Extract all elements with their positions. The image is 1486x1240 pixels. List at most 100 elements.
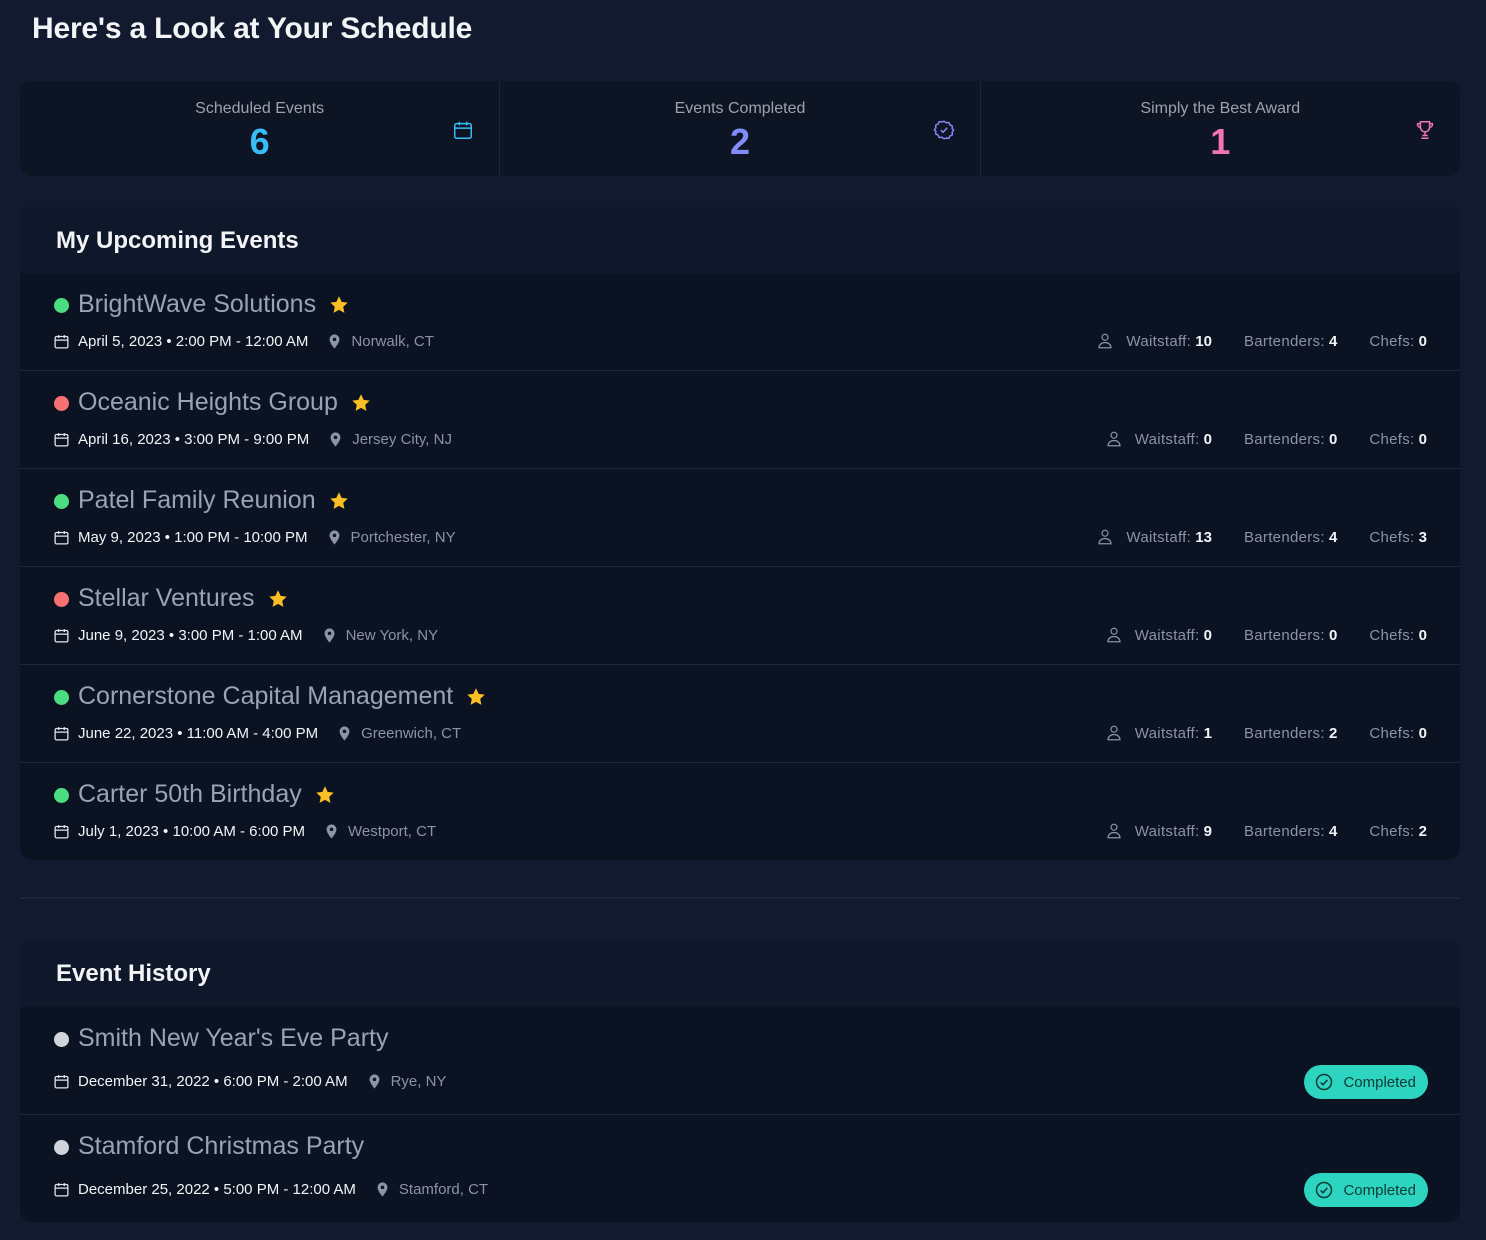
check-circle-icon xyxy=(1316,1181,1333,1199)
section-title: My Upcoming Events xyxy=(56,227,299,254)
chefs-count: Chefs: 0 xyxy=(1369,725,1427,742)
waitstaff-value: 0 xyxy=(1203,626,1212,644)
event-meta: June 9, 2023 • 3:00 PM - 1:00 AM New Yor… xyxy=(53,627,438,644)
upcoming-events-list: BrightWave Solutions April 5, 2023 • 2:0… xyxy=(20,273,1460,860)
waitstaff-count: Waitstaff: 10 xyxy=(1126,333,1212,350)
waitstaff-value: 0 xyxy=(1203,430,1212,448)
chefs-count: Chefs: 0 xyxy=(1369,431,1427,448)
waitstaff-value: 1 xyxy=(1203,724,1212,742)
event-datetime: June 9, 2023 • 3:00 PM - 1:00 AM xyxy=(78,627,303,644)
bartenders-label: Bartenders: xyxy=(1243,724,1325,742)
chefs-count: Chefs: 0 xyxy=(1369,333,1427,350)
calendar-icon xyxy=(54,1075,69,1089)
chefs-count: Chefs: 3 xyxy=(1369,529,1427,546)
event-meta: December 25, 2022 • 5:00 PM - 12:00 AM S… xyxy=(53,1181,488,1198)
event-name: Oceanic Heights Group xyxy=(78,388,372,417)
upcoming-event-item[interactable]: Cornerstone Capital Management June 22, … xyxy=(20,665,1460,763)
bartenders-count: Bartenders: 2 xyxy=(1244,725,1337,742)
history-event-item[interactable]: Smith New Year's Eve Party December 31, … xyxy=(20,1007,1460,1115)
status-dot xyxy=(54,1032,69,1047)
chefs-value: 0 xyxy=(1418,626,1427,644)
event-name-text: Stamford Christmas Party xyxy=(78,1132,365,1160)
upcoming-event-item[interactable]: BrightWave Solutions April 5, 2023 • 2:0… xyxy=(20,273,1460,371)
chefs-value: 3 xyxy=(1418,528,1427,546)
calendar-icon xyxy=(54,727,69,741)
calendar-icon xyxy=(54,433,69,447)
event-meta: December 31, 2022 • 6:00 PM - 2:00 AM Ry… xyxy=(53,1073,446,1090)
bartenders-label: Bartenders: xyxy=(1243,430,1325,448)
stats-bar: Scheduled Events 6 Events Completed 2 Si… xyxy=(20,81,1460,176)
chefs-count: Chefs: 0 xyxy=(1369,627,1427,644)
event-datetime: April 16, 2023 • 3:00 PM - 9:00 PM xyxy=(78,431,310,448)
event-name-text: Smith New Year's Eve Party xyxy=(78,1024,389,1052)
chefs-label: Chefs: xyxy=(1369,528,1415,546)
person-icon xyxy=(1098,333,1113,349)
event-location: Westport, CT xyxy=(348,823,437,840)
star-icon[interactable] xyxy=(465,686,487,708)
star-icon[interactable] xyxy=(350,392,372,414)
bartenders-label: Bartenders: xyxy=(1243,528,1325,546)
event-meta: April 16, 2023 • 3:00 PM - 9:00 PM Jerse… xyxy=(53,431,452,448)
badge-label: Completed xyxy=(1343,1181,1416,1199)
chefs-count: Chefs: 2 xyxy=(1369,823,1427,840)
waitstaff-label: Waitstaff: xyxy=(1134,430,1200,448)
star-icon[interactable] xyxy=(314,784,336,806)
location-pin-icon xyxy=(330,432,341,447)
upcoming-event-item[interactable]: Oceanic Heights Group April 16, 2023 • 3… xyxy=(20,371,1460,469)
event-datetime: December 25, 2022 • 5:00 PM - 12:00 AM xyxy=(78,1181,356,1198)
chefs-label: Chefs: xyxy=(1369,822,1415,840)
status-dot xyxy=(54,396,69,411)
calendar-icon xyxy=(454,121,473,139)
staff-counts: Waitstaff: 0 Bartenders: 0 Chefs: 0 xyxy=(1105,626,1427,644)
person-icon xyxy=(1098,529,1113,545)
calendar-icon xyxy=(54,629,69,643)
upcoming-event-item[interactable]: Carter 50th Birthday July 1, 2023 • 10:0… xyxy=(20,763,1460,860)
person-icon xyxy=(1107,627,1121,643)
upcoming-event-item[interactable]: Patel Family Reunion May 9, 2023 • 1:00 … xyxy=(20,469,1460,567)
section-title: Event History xyxy=(56,960,211,987)
star-icon[interactable] xyxy=(328,490,350,512)
waitstaff-label: Waitstaff: xyxy=(1134,822,1200,840)
event-meta: May 9, 2023 • 1:00 PM - 10:00 PM Portche… xyxy=(53,529,456,546)
event-datetime: June 22, 2023 • 11:00 AM - 4:00 PM xyxy=(78,725,319,742)
event-datetime: July 1, 2023 • 10:00 AM - 6:00 PM xyxy=(78,823,306,840)
status-dot xyxy=(54,494,69,509)
bartenders-count: Bartenders: 0 xyxy=(1244,627,1337,644)
bartenders-label: Bartenders: xyxy=(1243,822,1325,840)
chefs-value: 0 xyxy=(1418,430,1427,448)
bartenders-value: 4 xyxy=(1328,528,1338,546)
star-icon[interactable] xyxy=(267,588,289,610)
bartenders-count: Bartenders: 4 xyxy=(1244,823,1337,840)
star-icon[interactable] xyxy=(328,294,350,316)
event-name: Stellar Ventures xyxy=(78,584,289,613)
chefs-label: Chefs: xyxy=(1369,724,1415,742)
bartenders-value: 0 xyxy=(1328,626,1338,644)
upcoming-event-item[interactable]: Stellar Ventures June 9, 2023 • 3:00 PM … xyxy=(20,567,1460,665)
bartenders-label: Bartenders: xyxy=(1243,626,1325,644)
location-pin-icon xyxy=(326,824,337,839)
stat-label: Scheduled Events xyxy=(195,100,325,117)
event-name: Carter 50th Birthday xyxy=(78,780,336,809)
bartenders-value: 2 xyxy=(1328,724,1338,742)
event-location: Portchester, NY xyxy=(350,529,456,546)
waitstaff-value: 9 xyxy=(1203,822,1212,840)
event-name: Smith New Year's Eve Party xyxy=(78,1024,388,1053)
event-meta: July 1, 2023 • 10:00 AM - 6:00 PM Westpo… xyxy=(53,823,436,840)
stat-value: 1 xyxy=(1210,121,1231,162)
history-event-item[interactable]: Stamford Christmas Party December 25, 20… xyxy=(20,1115,1460,1222)
bartenders-value: 0 xyxy=(1328,430,1338,448)
event-name: Patel Family Reunion xyxy=(78,486,350,515)
stat-label: Simply the Best Award xyxy=(1140,100,1301,117)
waitstaff-label: Waitstaff: xyxy=(1134,724,1200,742)
waitstaff-count: Waitstaff: 0 xyxy=(1135,431,1212,448)
stat-value: 6 xyxy=(249,121,270,162)
schedule-page: Here's a Look at Your Schedule Scheduled… xyxy=(0,0,1486,1240)
event-name-text: BrightWave Solutions xyxy=(78,290,317,318)
staff-counts: Waitstaff: 9 Bartenders: 4 Chefs: 2 xyxy=(1105,822,1427,840)
bartenders-count: Bartenders: 0 xyxy=(1244,431,1337,448)
event-meta: April 5, 2023 • 2:00 PM - 12:00 AM Norwa… xyxy=(53,333,434,350)
person-icon xyxy=(1107,823,1121,839)
event-history-list: Smith New Year's Eve Party December 31, … xyxy=(20,1007,1460,1222)
waitstaff-count: Waitstaff: 1 xyxy=(1135,725,1212,742)
chefs-value: 2 xyxy=(1418,822,1427,840)
